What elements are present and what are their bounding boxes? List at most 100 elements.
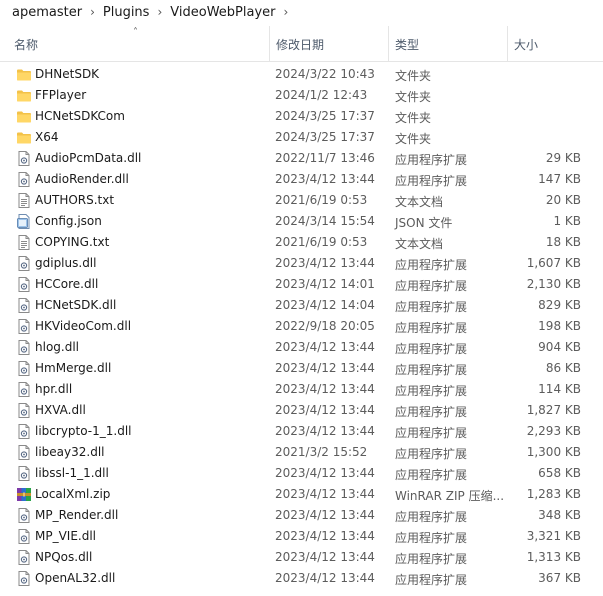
breadcrumb-item-apemaster[interactable]: apemaster [12, 5, 82, 20]
file-row[interactable]: HCNetSDK.dll 2023/4/12 14:04 应用程序扩展 829 KB [0, 295, 603, 316]
file-type: 文本文档 [395, 195, 444, 209]
file-name: AUTHORS.txt [35, 193, 115, 207]
file-name: gdiplus.dll [35, 256, 97, 270]
file-type: 应用程序扩展 [395, 174, 468, 188]
file-row[interactable]: Config.json 2024/3/14 15:54 JSON 文件 1 KB [0, 211, 603, 232]
file-type: 文件夹 [395, 69, 432, 83]
file-type: 应用程序扩展 [395, 300, 468, 314]
file-row[interactable]: MP_Render.dll 2023/4/12 13:44 应用程序扩展 348 KB [0, 505, 603, 526]
file-type: 应用程序扩展 [395, 510, 468, 524]
file-type: 文件夹 [395, 111, 432, 125]
file-size: 1 KB [553, 214, 581, 228]
dll-file-icon [16, 403, 32, 418]
breadcrumb: apemaster › Plugins › VideoWebPlayer › [0, 0, 603, 24]
folder-icon [16, 67, 32, 82]
file-size: 829 KB [538, 298, 581, 312]
file-list: DHNetSDK 2024/3/22 10:43 文件夹 FFPlayer 2024/1… [0, 64, 603, 589]
file-date-modified: 2023/4/12 13:44 [275, 340, 375, 354]
file-type: 应用程序扩展 [395, 342, 468, 356]
dll-file-icon [16, 298, 32, 313]
file-type: JSON 文件 [395, 216, 453, 230]
file-row[interactable]: AUTHORS.txt 2021/6/19 0:53 文本文档 20 KB [0, 190, 603, 211]
breadcrumb-item-plugins[interactable]: Plugins [103, 5, 150, 20]
dll-file-icon [16, 466, 32, 481]
file-row[interactable]: HCNetSDKCom 2024/3/25 17:37 文件夹 [0, 106, 603, 127]
file-row[interactable]: hlog.dll 2023/4/12 13:44 应用程序扩展 904 KB [0, 337, 603, 358]
file-type: WinRAR ZIP 压缩... [395, 489, 505, 503]
file-date-modified: 2021/3/2 15:52 [275, 445, 368, 459]
file-name: HCNetSDKCom [35, 109, 125, 123]
file-date-modified: 2023/4/12 13:44 [275, 571, 375, 585]
file-type: 文件夹 [395, 132, 432, 146]
file-date-modified: 2023/4/12 13:44 [275, 256, 375, 270]
file-row[interactable]: OpenAL32.dll 2023/4/12 13:44 应用程序扩展 367 KB [0, 568, 603, 589]
file-type: 应用程序扩展 [395, 405, 468, 419]
file-size: 1,827 KB [526, 403, 581, 417]
file-name: X64 [35, 130, 59, 144]
file-name: HCNetSDK.dll [35, 298, 117, 312]
file-row[interactable]: AudioPcmData.dll 2022/11/7 13:46 应用程序扩展 29 … [0, 148, 603, 169]
dll-file-icon [16, 361, 32, 376]
file-size: 2,293 KB [526, 424, 581, 438]
file-row[interactable]: HXVA.dll 2023/4/12 13:44 应用程序扩展 1,827 KB [0, 400, 603, 421]
file-date-modified: 2021/6/19 0:53 [275, 235, 368, 249]
chevron-right-icon[interactable]: › [283, 5, 288, 19]
dll-file-icon [16, 550, 32, 565]
file-name: OpenAL32.dll [35, 571, 116, 585]
breadcrumb-item-videowebplayer[interactable]: VideoWebPlayer [170, 5, 275, 20]
file-date-modified: 2023/4/12 13:44 [275, 487, 375, 501]
file-row[interactable]: MP_VIE.dll 2023/4/12 13:44 应用程序扩展 3,321 KB [0, 526, 603, 547]
column-header-size[interactable]: 大小 [507, 26, 587, 62]
dll-file-icon [16, 319, 32, 334]
file-date-modified: 2023/4/12 14:04 [275, 298, 375, 312]
file-date-modified: 2023/4/12 13:44 [275, 361, 375, 375]
file-row[interactable]: libssl-1_1.dll 2023/4/12 13:44 应用程序扩展 658 K… [0, 463, 603, 484]
column-header-type[interactable]: 类型 [388, 26, 506, 62]
file-size: 114 KB [538, 382, 581, 396]
file-row[interactable]: libeay32.dll 2021/3/2 15:52 应用程序扩展 1,300 KB [0, 442, 603, 463]
file-size: 658 KB [538, 466, 581, 480]
file-type: 应用程序扩展 [395, 447, 468, 461]
file-row[interactable]: NPQos.dll 2023/4/12 13:44 应用程序扩展 1,313 KB [0, 547, 603, 568]
file-date-modified: 2024/1/2 12:43 [275, 88, 368, 102]
file-name: Config.json [35, 214, 102, 228]
column-header-date[interactable]: 修改日期 [269, 26, 387, 62]
file-type: 应用程序扩展 [395, 426, 468, 440]
file-row[interactable]: X64 2024/3/25 17:37 文件夹 [0, 127, 603, 148]
dll-file-icon [16, 529, 32, 544]
file-size: 2,130 KB [526, 277, 581, 291]
file-date-modified: 2023/4/12 13:44 [275, 550, 375, 564]
file-date-modified: 2023/4/12 13:44 [275, 172, 375, 186]
file-name: LocalXml.zip [35, 487, 111, 501]
file-row[interactable]: AudioRender.dll 2023/4/12 13:44 应用程序扩展 147 … [0, 169, 603, 190]
file-name: hlog.dll [35, 340, 79, 354]
dll-file-icon [16, 382, 32, 397]
chevron-right-icon: › [157, 5, 163, 19]
file-size: 29 KB [545, 151, 581, 165]
file-row[interactable]: DHNetSDK 2024/3/22 10:43 文件夹 [0, 64, 603, 85]
file-row[interactable]: gdiplus.dll 2023/4/12 13:44 应用程序扩展 1,607 KB [0, 253, 603, 274]
dll-file-icon [16, 151, 32, 166]
file-date-modified: 2021/6/19 0:53 [275, 193, 368, 207]
file-row[interactable]: HmMerge.dll 2023/4/12 13:44 应用程序扩展 86 KB [0, 358, 603, 379]
dll-file-icon [16, 256, 32, 271]
dll-file-icon [16, 277, 32, 292]
file-type: 应用程序扩展 [395, 468, 468, 482]
file-name: hpr.dll [35, 382, 73, 396]
folder-icon [16, 109, 32, 124]
column-header-name[interactable]: 名称 [8, 26, 266, 62]
file-size: 1,313 KB [526, 550, 581, 564]
file-row[interactable]: COPYING.txt 2021/6/19 0:53 文本文档 18 KB [0, 232, 603, 253]
file-row[interactable]: HKVideoCom.dll 2022/9/18 20:05 应用程序扩展 198 K… [0, 316, 603, 337]
file-name: AudioRender.dll [35, 172, 129, 186]
file-row[interactable]: HCCore.dll 2023/4/12 14:01 应用程序扩展 2,130 KB [0, 274, 603, 295]
file-row[interactable]: hpr.dll 2023/4/12 13:44 应用程序扩展 114 KB [0, 379, 603, 400]
dll-file-icon [16, 424, 32, 439]
file-type: 文件夹 [395, 90, 432, 104]
file-row[interactable]: FFPlayer 2024/1/2 12:43 文件夹 [0, 85, 603, 106]
file-date-modified: 2023/4/12 13:44 [275, 424, 375, 438]
dll-file-icon [16, 508, 32, 523]
file-row[interactable]: LocalXml.zip 2023/4/12 13:44 WinRAR ZIP 压缩… [0, 484, 603, 505]
text-file-icon [16, 193, 32, 208]
file-row[interactable]: libcrypto-1_1.dll 2023/4/12 13:44 应用程序扩展 2,… [0, 421, 603, 442]
